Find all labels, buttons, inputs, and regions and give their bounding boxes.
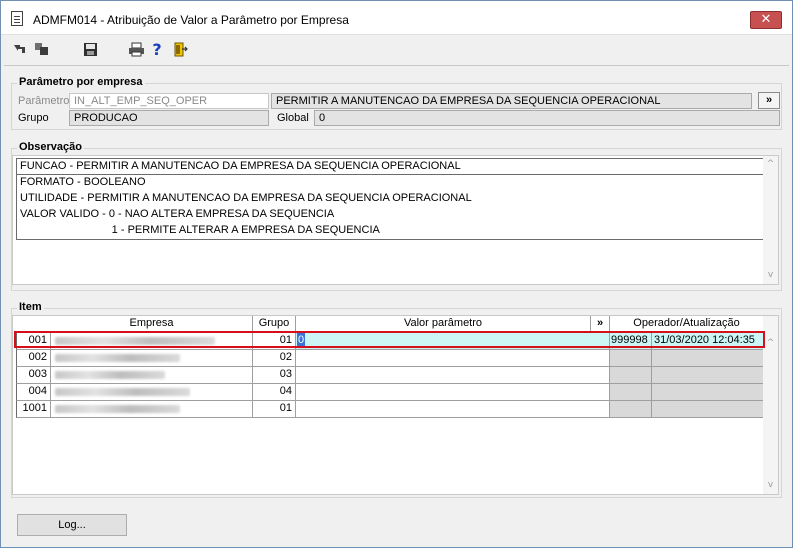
toolbar: ? [1,36,792,64]
item-group-title: Item [17,301,44,313]
document-icon [11,11,23,26]
row-empresa [51,384,253,401]
row-empresa [51,401,253,418]
observacao-list: FUNCAO - PERMITIR A MANUTENCAO DA EMPRES… [12,155,779,285]
row-atualizacao: 31/03/2020 12:04:35 [652,333,764,350]
save-icon[interactable] [81,40,99,58]
title-bar: ADMFM014 - Atribuição de Valor a Parâmet… [1,1,792,35]
scroll-down-icon[interactable]: v [765,270,776,281]
row-code: 001 [16,333,51,350]
row-grupo: 01 [253,401,296,418]
row-valor-input[interactable]: 0 [296,333,610,350]
header-more-button[interactable]: » [591,316,610,332]
header-empresa[interactable]: Empresa [51,316,253,332]
grupo-field: PRODUCAO [69,110,269,126]
row-code: 1001 [16,401,51,418]
log-button[interactable]: Log... [17,514,127,536]
app-window: ADMFM014 - Atribuição de Valor a Parâmet… [0,0,793,548]
row-operador [610,401,652,418]
row-valor-input[interactable] [296,350,610,367]
observacao-line: VALOR VALIDO - 0 - NAO ALTERA EMPRESA DA… [16,207,766,224]
window-title: ADMFM014 - Atribuição de Valor a Parâmet… [33,13,349,27]
row-valor-input[interactable] [296,367,610,384]
row-code: 004 [16,384,51,401]
scroll-up-icon[interactable]: ^ [765,338,776,349]
row-grupo: 01 [253,333,296,350]
row-atualizacao [652,367,764,384]
global-label: Global [277,112,309,124]
navigate-back-icon[interactable] [11,40,29,58]
parametro-field[interactable]: IN_ALT_EMP_SEQ_OPER [69,93,269,109]
observacao-line: 1 - PERMITE ALTERAR A EMPRESA DA SEQUENC… [16,223,766,240]
item-scrollbar[interactable]: ^ v [763,316,778,494]
row-valor-input[interactable] [296,401,610,418]
row-operador [610,367,652,384]
header-valor[interactable]: Valor parâmetro [296,316,591,332]
row-code: 003 [16,367,51,384]
navigate-forward-icon[interactable] [33,40,51,58]
parametro-label: Parâmetro [18,95,70,107]
help-icon[interactable]: ? [148,40,166,59]
global-field: 0 [314,110,780,126]
observacao-line: UTILIDADE - PERMITIR A MANUTENCAO DA EMP… [16,191,766,208]
row-operador [610,350,652,367]
scroll-down-icon[interactable]: v [765,480,776,491]
row-atualizacao [652,401,764,418]
exit-icon[interactable] [171,40,189,58]
row-operador [610,384,652,401]
row-empresa [51,333,253,350]
grupo-label: Grupo [18,112,49,124]
parametro-description-field: PERMITIR A MANUTENCAO DA EMPRESA DA SEQU… [271,93,752,109]
row-empresa [51,350,253,367]
observacao-line: FORMATO - BOOLEANO [16,175,766,192]
parametro-more-button[interactable]: » [758,92,780,109]
row-valor-input[interactable] [296,384,610,401]
row-grupo: 04 [253,384,296,401]
row-grupo: 02 [253,350,296,367]
header-grupo[interactable]: Grupo [253,316,296,332]
header-operador[interactable]: Operador/Atualização [610,316,764,332]
item-grid: Empresa Grupo Valor parâmetro » Operador… [12,315,779,495]
scroll-up-icon[interactable]: ^ [765,159,776,170]
row-operador: 999998 [610,333,652,350]
parametro-group-title: Parâmetro por empresa [17,76,145,88]
observacao-line: FUNCAO - PERMITIR A MANUTENCAO DA EMPRES… [16,158,766,175]
observacao-group-title: Observação [17,141,84,153]
row-empresa [51,367,253,384]
row-grupo: 03 [253,367,296,384]
row-code: 002 [16,350,51,367]
close-button[interactable]: ✕ [750,11,782,29]
toolbar-divider [4,65,789,66]
row-atualizacao [652,384,764,401]
print-icon[interactable] [127,40,145,58]
row-atualizacao [652,350,764,367]
row-valor-text: 0 [297,333,306,348]
observacao-scrollbar[interactable]: ^ v [763,156,778,284]
